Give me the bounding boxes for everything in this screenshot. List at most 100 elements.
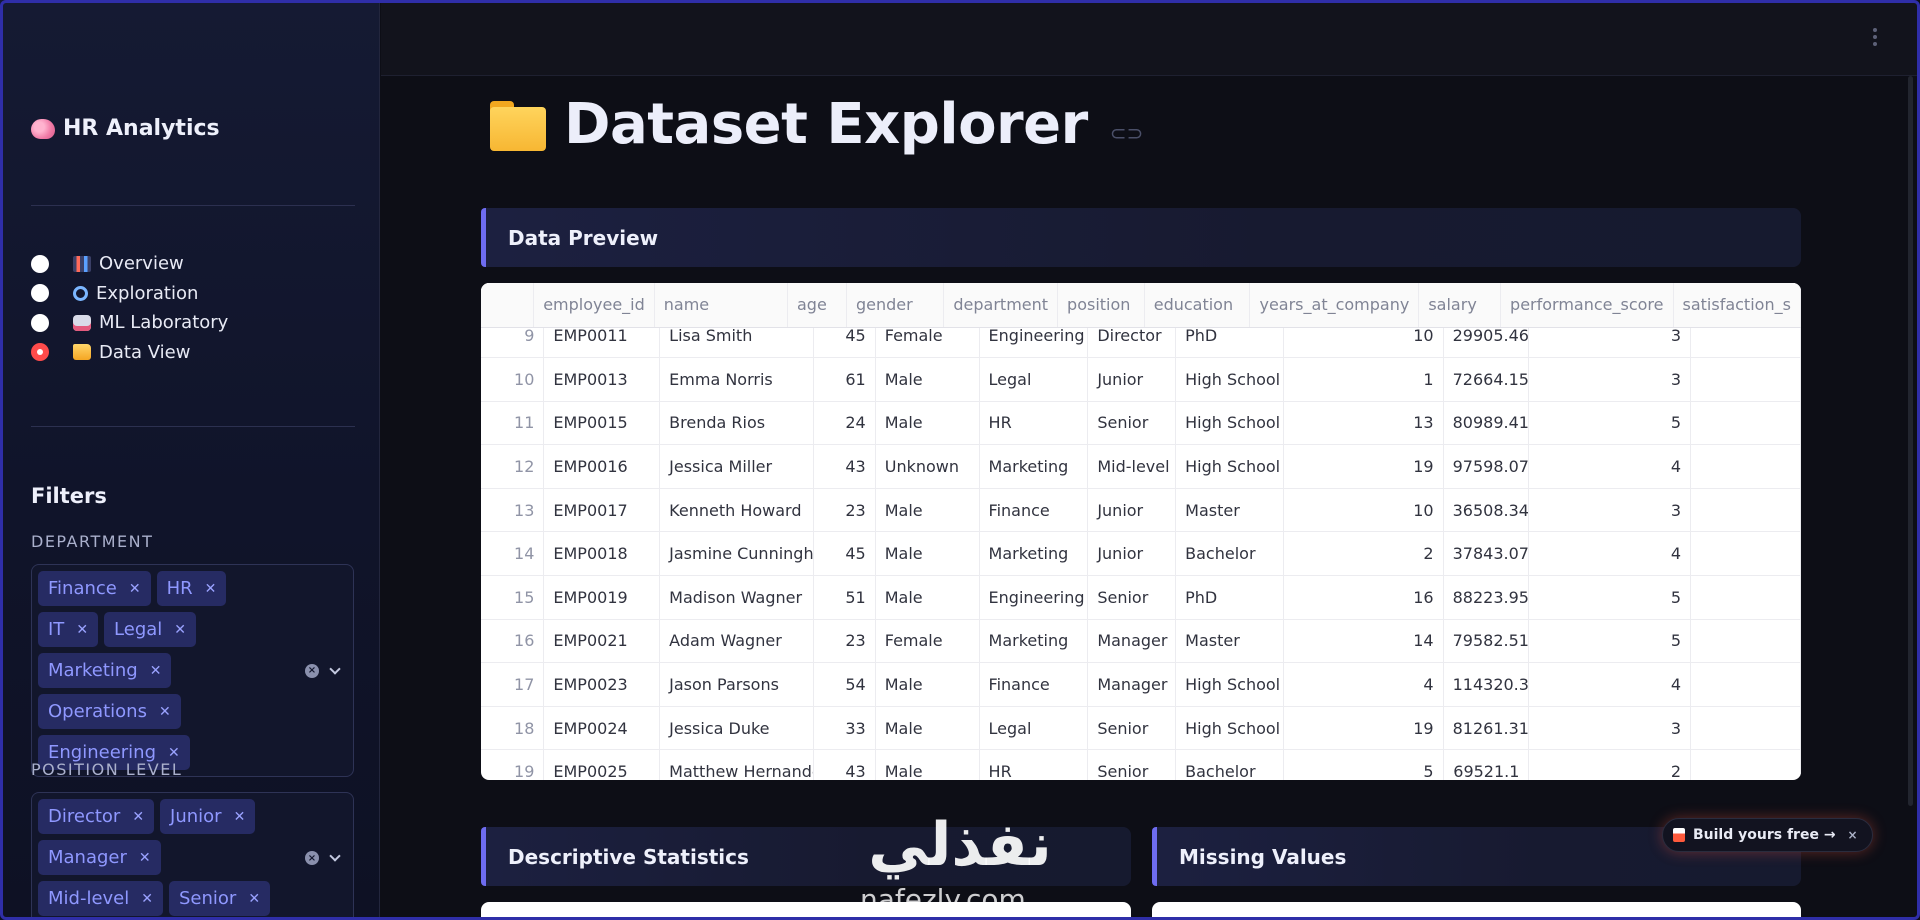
table-cell[interactable] [1690,357,1801,402]
table-row[interactable]: 10 EMP0013 Emma Norris 61 Male Legal Junior Hig… [481,357,1801,402]
table-cell[interactable]: High School [1175,444,1284,489]
nav-item-exploration[interactable]: Exploration [31,279,228,309]
table-cell[interactable]: HR [979,401,1089,446]
table-cell[interactable]: Jessica Duke [659,706,814,751]
chevron-down-icon[interactable] [329,850,341,862]
table-cell[interactable]: Male [875,531,980,577]
table-cell[interactable]: 2 [1528,749,1692,780]
descriptive-statistics-table[interactable] [481,902,1131,920]
table-cell[interactable]: 23 [813,619,876,664]
table-row[interactable]: 14 EMP0018 Jasmine Cunningha 45 Male Marketin… [481,531,1801,577]
filter-chip[interactable]: Senior ✕ [169,881,271,916]
table-cell[interactable]: 114320.37 [1443,662,1530,707]
table-cell[interactable]: PhD [1175,575,1284,620]
table-cell[interactable]: Male [875,749,980,780]
table-cell[interactable]: 69521.1 [1443,749,1530,780]
table-cell[interactable]: 45 [813,531,876,577]
table-cell[interactable]: 3 [1528,706,1692,751]
table-cell[interactable]: EMP0018 [543,531,661,577]
table-cell[interactable]: 97598.07 [1443,444,1530,489]
column-header[interactable]: satisfaction_s [1673,283,1801,328]
table-cell[interactable]: Bachelor [1175,749,1284,780]
table-cell[interactable]: EMP0023 [543,662,661,707]
filter-chip[interactable]: Director ✕ [38,799,155,834]
table-cell[interactable]: High School [1175,706,1284,751]
table-cell[interactable]: 80989.41 [1443,401,1530,446]
table-cell[interactable]: HR [979,749,1089,780]
table-cell[interactable]: EMP0019 [543,575,661,620]
position-multiselect[interactable]: Director ✕ Junior ✕ Manager ✕ Mid-level ✕ Senior… [31,792,354,920]
table-cell[interactable]: Senior [1087,401,1177,446]
table-cell[interactable]: 43 [813,749,876,780]
chevron-down-icon[interactable] [329,662,341,675]
remove-chip-icon[interactable]: ✕ [205,581,217,597]
table-cell[interactable]: 16 [1283,575,1444,620]
table-cell[interactable]: 51 [813,575,876,620]
table-cell[interactable]: Manager [1087,619,1177,664]
radio-selected-icon[interactable] [31,343,49,362]
nav-item-data-view[interactable]: Data View [31,338,228,368]
table-row[interactable]: 15 EMP0019 Madison Wagner 51 Male Engineering… [481,575,1801,620]
table-cell[interactable]: Male [875,357,980,402]
table-cell[interactable]: Jasmine Cunningha [659,531,814,577]
radio-icon[interactable] [31,313,49,332]
table-cell[interactable]: Junior [1087,357,1177,402]
table-cell[interactable]: 19 [1283,706,1444,751]
build-yours-free-badge[interactable]: Build yours free → × [1662,818,1873,852]
table-cell[interactable]: Mid-level [1087,444,1177,489]
table-cell[interactable]: Bachelor [1175,531,1284,577]
table-cell[interactable]: Senior [1087,706,1177,751]
table-cell[interactable]: High School [1175,357,1284,402]
table-row[interactable]: 12 EMP0016 Jessica Miller 43 Unknown Marketin… [481,444,1801,489]
remove-chip-icon[interactable]: ✕ [76,622,88,638]
table-cell[interactable]: 36508.34 [1443,488,1530,533]
table-cell[interactable]: Junior [1087,531,1177,577]
table-cell[interactable]: 37843.07 [1443,531,1530,577]
table-cell[interactable]: EMP0015 [543,401,661,446]
remove-chip-icon[interactable]: ✕ [132,809,144,825]
remove-chip-icon[interactable]: ✕ [168,745,180,761]
filter-chip[interactable]: Manager ✕ [38,840,161,875]
table-cell[interactable]: 79582.51 [1443,619,1530,664]
table-cell[interactable]: Finance [979,662,1089,707]
table-cell[interactable]: 19 [1283,444,1444,489]
table-cell[interactable]: 4 [1283,662,1444,707]
column-header[interactable]: age [787,283,847,328]
table-cell[interactable]: Senior [1087,575,1177,620]
remove-chip-icon[interactable]: ✕ [248,891,260,907]
column-header[interactable]: education [1144,283,1251,328]
column-header[interactable]: name [654,283,789,328]
table-cell[interactable]: 13 [1283,401,1444,446]
table-cell[interactable]: EMP0013 [543,357,661,402]
table-cell[interactable] [1690,619,1801,664]
table-cell[interactable]: Legal [979,706,1089,751]
table-cell[interactable]: 5 [1528,575,1692,620]
table-cell[interactable] [1690,531,1801,577]
column-header[interactable]: position [1057,283,1145,328]
table-cell[interactable]: High School [1175,401,1284,446]
table-cell[interactable]: Finance [979,488,1089,533]
table-cell[interactable]: 10 [1283,488,1444,533]
filter-chip[interactable]: Junior ✕ [160,799,256,834]
table-cell[interactable]: Unknown [875,444,980,489]
table-cell[interactable]: Madison Wagner [659,575,814,620]
table-cell[interactable]: Kenneth Howard [659,488,814,533]
table-cell[interactable]: 1 [1283,357,1444,402]
filter-chip[interactable]: Operations ✕ [38,694,181,729]
table-cell[interactable]: Marketing [979,619,1089,664]
table-cell[interactable]: Emma Norris [659,357,814,402]
column-header[interactable]: years_at_company [1249,283,1420,328]
table-cell[interactable]: High School [1175,662,1284,707]
data-preview-table[interactable]: employee_idnameagegenderdepartmentpositi… [481,283,1801,780]
column-header[interactable] [481,283,535,328]
table-cell[interactable]: 5 [1283,749,1444,780]
clear-all-icon[interactable]: × [305,851,319,865]
table-cell[interactable]: Marketing [979,444,1089,489]
filter-chip[interactable]: Finance ✕ [38,571,151,606]
table-cell[interactable]: Adam Wagner [659,619,814,664]
table-cell[interactable]: Male [875,706,980,751]
table-cell[interactable] [1690,749,1801,780]
table-cell[interactable]: EMP0021 [543,619,661,664]
table-cell[interactable]: 3 [1528,488,1692,533]
table-cell[interactable]: 23 [813,488,876,533]
